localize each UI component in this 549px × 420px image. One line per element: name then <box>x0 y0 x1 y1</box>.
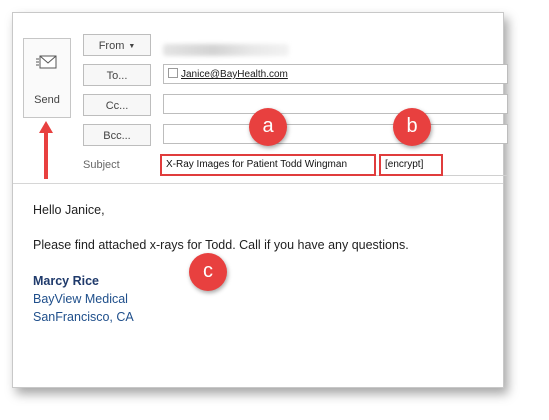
cc-label: Cc... <box>105 100 129 112</box>
cc-button[interactable]: Cc... <box>83 94 151 116</box>
bcc-button[interactable]: Bcc... <box>83 124 151 146</box>
signature-org: BayView Medical <box>33 292 128 306</box>
from-address-blurred <box>163 44 289 56</box>
signature-name: Marcy Rice <box>33 274 100 288</box>
header-divider <box>13 183 503 184</box>
to-button[interactable]: To... <box>83 64 151 86</box>
subject-encrypt-tag[interactable]: [encrypt] <box>379 154 443 176</box>
from-button[interactable]: From ▼ <box>83 34 151 56</box>
greeting: Hello Janice, <box>33 203 105 217</box>
bcc-label: Bcc... <box>103 130 131 142</box>
body-text: Please find attached x-rays for Todd. Ca… <box>33 238 409 252</box>
bcc-field[interactable] <box>163 124 508 144</box>
to-recipient-text: Janice@BayHealth.com <box>181 69 288 80</box>
callout-badge-a: a <box>249 108 287 146</box>
callout-badge-c: c <box>189 253 227 291</box>
cc-field[interactable] <box>163 94 508 114</box>
envelope-send-icon <box>36 53 58 76</box>
send-label: Send <box>34 94 60 106</box>
signature-location: SanFrancisco, CA <box>33 310 134 324</box>
chevron-down-icon: ▼ <box>128 43 136 50</box>
subject-label: Subject <box>83 159 120 171</box>
checkbox-icon <box>168 68 178 78</box>
to-label: To... <box>106 70 128 82</box>
callout-badge-b: b <box>393 108 431 146</box>
compose-window: Send From ▼ To... Janice@BayHealth.com Cc… <box>12 12 508 388</box>
to-recipient[interactable]: Janice@BayHealth.com <box>168 68 288 81</box>
to-field[interactable]: Janice@BayHealth.com <box>163 64 508 84</box>
from-label: From <box>98 40 125 52</box>
up-arrow-icon <box>39 121 53 179</box>
send-button[interactable]: Send <box>23 38 71 118</box>
subject-text[interactable]: X-Ray Images for Patient Todd Wingman <box>160 154 376 176</box>
